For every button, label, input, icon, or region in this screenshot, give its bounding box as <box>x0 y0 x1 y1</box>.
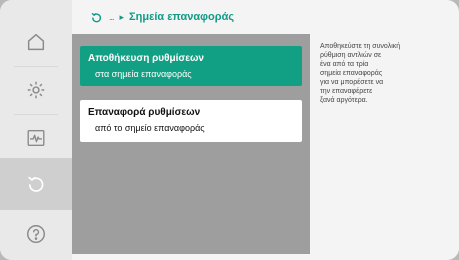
home-icon <box>27 33 45 51</box>
page-title: Σημεία επαναφοράς <box>129 11 235 23</box>
device-screen: ... ▸ Σημεία επαναφοράς Αποθήκευση ρυθμί… <box>0 0 459 260</box>
sidebar-item-home[interactable] <box>0 18 72 66</box>
help-text-line: ένα από τα τρία <box>320 61 369 68</box>
help-text-line: ρύθμιση αντλιών σε <box>320 52 382 59</box>
help-text: Αποθηκεύστε τη συνολική ρύθμιση αντλιών … <box>320 42 420 105</box>
breadcrumb-arrow-icon: ▸ <box>119 11 124 22</box>
help-text-line: Αποθηκεύστε τη συνολική <box>320 43 401 50</box>
help-text-line: σημεία επαναφοράς <box>320 70 383 77</box>
help-text-line: ξανά αργότερα. <box>320 97 368 104</box>
help-icon <box>27 225 45 243</box>
back-icon[interactable] <box>90 11 103 24</box>
breadcrumb-dots[interactable]: ... <box>109 12 114 22</box>
help-text-line: για να μπορέσετε να <box>320 79 384 86</box>
sidebar-item-diagnostics[interactable] <box>0 114 72 162</box>
gear-icon <box>27 81 45 99</box>
menu-item-sublabel: από το σημείο επαναφοράς <box>95 123 205 133</box>
sidebar-item-help[interactable] <box>0 210 72 258</box>
menu-item-restore-settings[interactable]: Επαναφορά ρυθμίσεων από το σημείο επαναφ… <box>80 100 302 142</box>
menu-item-label: Αποθήκευση ρυθμίσεων <box>88 53 204 64</box>
sidebar <box>0 0 81 260</box>
menu-item-sublabel: στα σημεία επαναφοράς <box>95 69 192 79</box>
pulse-icon <box>27 129 45 147</box>
help-panel: Αποθηκεύστε τη συνολική ρύθμιση αντλιών … <box>310 34 459 254</box>
sidebar-item-settings[interactable] <box>0 66 72 114</box>
help-text-line: την επαναφέρετε <box>320 88 373 95</box>
menu-panel: Αποθήκευση ρυθμίσεων στα σημεία επαναφορ… <box>72 34 310 254</box>
menu-item-save-settings[interactable]: Αποθήκευση ρυθμίσεων στα σημεία επαναφορ… <box>80 46 302 86</box>
header: ... ▸ Σημεία επαναφοράς <box>72 0 459 34</box>
restore-icon <box>28 176 44 192</box>
sidebar-item-restore[interactable] <box>0 158 81 210</box>
menu-item-label: Επαναφορά ρυθμίσεων <box>88 107 201 118</box>
